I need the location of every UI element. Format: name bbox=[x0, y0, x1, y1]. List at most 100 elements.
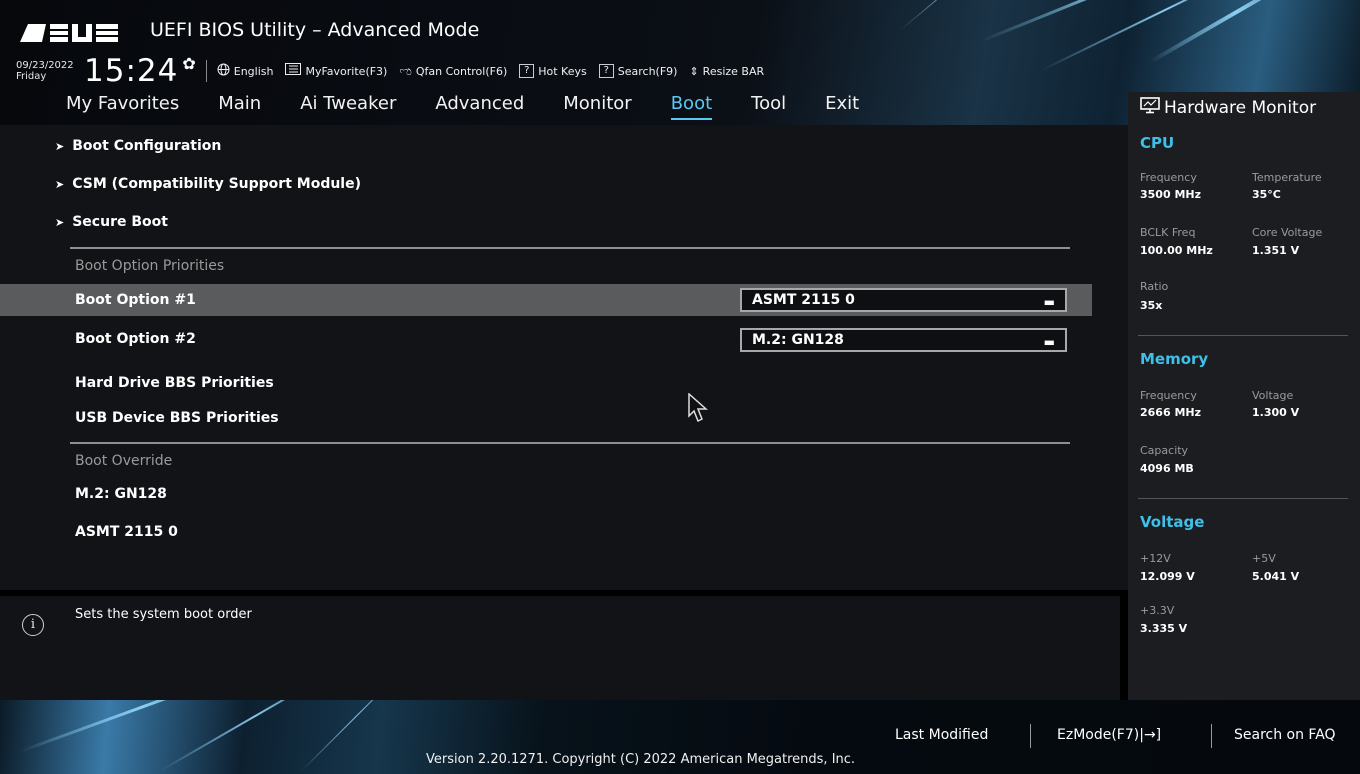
boot-option-2-label: Boot Option #2 bbox=[75, 331, 196, 347]
page-title: UEFI BIOS Utility – Advanced Mode bbox=[150, 19, 480, 41]
tab-ai-tweaker[interactable]: Ai Tweaker bbox=[300, 93, 396, 123]
chevron-right-icon: ➤ bbox=[55, 139, 65, 153]
boot-override-item[interactable]: M.2: GN128 bbox=[0, 478, 1092, 510]
core-voltage-label: Core Voltage bbox=[1252, 226, 1323, 239]
hardware-monitor-panel: Hardware Monitor CPU Frequency 3500 MHz … bbox=[1128, 92, 1360, 700]
tab-tool[interactable]: Tool bbox=[751, 93, 786, 123]
decorative-streak bbox=[899, 0, 1023, 31]
main-panel: ➤ Boot Configuration ➤ CSM (Compatibilit… bbox=[0, 125, 1128, 590]
version-text: Version 2.20.1271. Copyright (C) 2022 Am… bbox=[426, 752, 856, 767]
decorative-streak bbox=[159, 700, 352, 772]
hot-keys-button[interactable]: ? Hot Keys bbox=[519, 64, 587, 78]
override-label: M.2: GN128 bbox=[75, 486, 167, 502]
v12-label: +12V bbox=[1140, 552, 1171, 565]
submenu-csm[interactable]: ➤ CSM (Compatibility Support Module) bbox=[0, 168, 1092, 200]
cpu-frequency-label: Frequency bbox=[1140, 171, 1197, 184]
hardware-monitor-title: Hardware Monitor bbox=[1140, 97, 1316, 119]
core-voltage-value: 1.351 V bbox=[1252, 244, 1300, 257]
decorative-streak bbox=[1039, 0, 1293, 72]
search-on-faq-button[interactable]: Search on FAQ bbox=[1234, 727, 1336, 743]
language-label: English bbox=[233, 64, 274, 78]
help-box-icon: ? bbox=[519, 64, 535, 78]
info-icon: i bbox=[22, 614, 44, 636]
boot-option-1-select[interactable]: ASMT 2115 0 ▬ bbox=[740, 288, 1067, 312]
tab-main[interactable]: Main bbox=[218, 93, 261, 123]
clock-time[interactable]: 15:24 bbox=[84, 53, 178, 89]
v33-label: +3.3V bbox=[1140, 604, 1175, 617]
tab-exit[interactable]: Exit bbox=[825, 93, 859, 123]
cpu-temperature-label: Temperature bbox=[1252, 171, 1322, 184]
resize-bar-button[interactable]: ⇕ Resize BAR bbox=[689, 65, 764, 78]
voltage-section-label: Voltage bbox=[1140, 513, 1205, 531]
memory-frequency-value: 2666 MHz bbox=[1140, 406, 1201, 419]
usb-device-bbs-priorities[interactable]: USB Device BBS Priorities bbox=[0, 402, 1092, 434]
decorative-streak bbox=[299, 700, 414, 773]
cpu-temperature-value: 35°C bbox=[1252, 188, 1281, 201]
capacity-value: 4096 MB bbox=[1140, 462, 1194, 475]
boot-option-1-label: Boot Option #1 bbox=[75, 292, 196, 308]
divider bbox=[1211, 724, 1212, 748]
gear-icon[interactable]: ✿ bbox=[182, 54, 195, 73]
divider bbox=[1030, 724, 1031, 748]
chevron-down-icon: ▬ bbox=[1043, 335, 1055, 349]
v5-value: 5.041 V bbox=[1252, 570, 1300, 583]
submenu-label: Secure Boot bbox=[72, 214, 168, 230]
v5-label: +5V bbox=[1252, 552, 1276, 565]
tab-advanced[interactable]: Advanced bbox=[435, 93, 524, 123]
help-text: Sets the system boot order bbox=[75, 607, 252, 622]
submenu-secure-boot[interactable]: ➤ Secure Boot bbox=[0, 206, 1092, 238]
v33-value: 3.335 V bbox=[1140, 622, 1188, 635]
submenu-label: CSM (Compatibility Support Module) bbox=[72, 176, 362, 192]
language-button[interactable]: English bbox=[217, 63, 274, 80]
globe-icon bbox=[217, 63, 230, 80]
search-button[interactable]: ? Search(F9) bbox=[598, 64, 678, 78]
boot-option-2-select[interactable]: M.2: GN128 ▬ bbox=[740, 328, 1067, 352]
boot-override-item[interactable]: ASMT 2115 0 bbox=[0, 516, 1092, 548]
help-box-icon: ? bbox=[598, 64, 614, 78]
qfan-control-button[interactable]: ಌ Qfan Control(F6) bbox=[399, 64, 507, 79]
last-modified-button[interactable]: Last Modified bbox=[895, 727, 988, 743]
tab-my-favorites[interactable]: My Favorites bbox=[66, 93, 179, 123]
help-panel: i Sets the system boot order bbox=[0, 596, 1120, 700]
resize-bar-label: Resize BAR bbox=[702, 64, 765, 78]
memory-voltage-value: 1.300 V bbox=[1252, 406, 1300, 419]
myfavorite-button[interactable]: MyFavorite(F3) bbox=[285, 63, 387, 79]
submenu-label: Boot Configuration bbox=[72, 138, 222, 154]
divider bbox=[205, 60, 207, 82]
header-info-row: 09/23/2022 Friday 15:24 ✿ English MyFavo… bbox=[16, 53, 776, 89]
cpu-section-label: CPU bbox=[1140, 134, 1175, 152]
v12-value: 12.099 V bbox=[1140, 570, 1195, 583]
tab-boot[interactable]: Boot bbox=[670, 93, 713, 120]
nav-tabs: My Favorites Main Ai Tweaker Advanced Mo… bbox=[66, 93, 898, 123]
section-divider bbox=[70, 247, 1070, 249]
fan-icon: ಌ bbox=[399, 63, 412, 79]
ratio-value: 35x bbox=[1140, 299, 1163, 312]
section-divider bbox=[1138, 498, 1348, 499]
day-text: Friday bbox=[16, 71, 47, 82]
ratio-label: Ratio bbox=[1140, 280, 1169, 293]
bbs-label: Hard Drive BBS Priorities bbox=[75, 375, 274, 391]
ezmode-button[interactable]: EzMode(F7)|→] bbox=[1057, 727, 1161, 743]
tab-monitor[interactable]: Monitor bbox=[563, 93, 631, 123]
boot-option-1-value: ASMT 2115 0 bbox=[752, 292, 855, 308]
decorative-streak bbox=[1149, 0, 1325, 64]
capacity-label: Capacity bbox=[1140, 444, 1189, 457]
override-label: ASMT 2115 0 bbox=[75, 524, 178, 540]
datetime-date: 09/23/2022 Friday bbox=[16, 60, 78, 82]
section-divider bbox=[1138, 335, 1348, 336]
date-text: 09/23/2022 bbox=[16, 60, 74, 71]
submenu-boot-configuration[interactable]: ➤ Boot Configuration bbox=[0, 130, 1092, 162]
boot-option-priorities-label: Boot Option Priorities bbox=[75, 258, 225, 274]
resize-bar-icon: ⇕ bbox=[689, 64, 699, 78]
hot-keys-label: Hot Keys bbox=[538, 64, 587, 78]
cpu-frequency-value: 3500 MHz bbox=[1140, 188, 1201, 201]
chevron-right-icon: ➤ bbox=[55, 215, 65, 229]
mouse-pointer-icon bbox=[688, 392, 710, 427]
memory-voltage-label: Voltage bbox=[1252, 389, 1294, 402]
hard-drive-bbs-priorities[interactable]: Hard Drive BBS Priorities bbox=[0, 367, 1092, 399]
asus-logo bbox=[20, 22, 124, 44]
footer-bar: Last Modified EzMode(F7)|→] Search on FA… bbox=[0, 700, 1360, 774]
qfan-label: Qfan Control(F6) bbox=[415, 64, 508, 78]
search-label: Search(F9) bbox=[617, 64, 678, 78]
chevron-down-icon: ▬ bbox=[1043, 295, 1055, 309]
